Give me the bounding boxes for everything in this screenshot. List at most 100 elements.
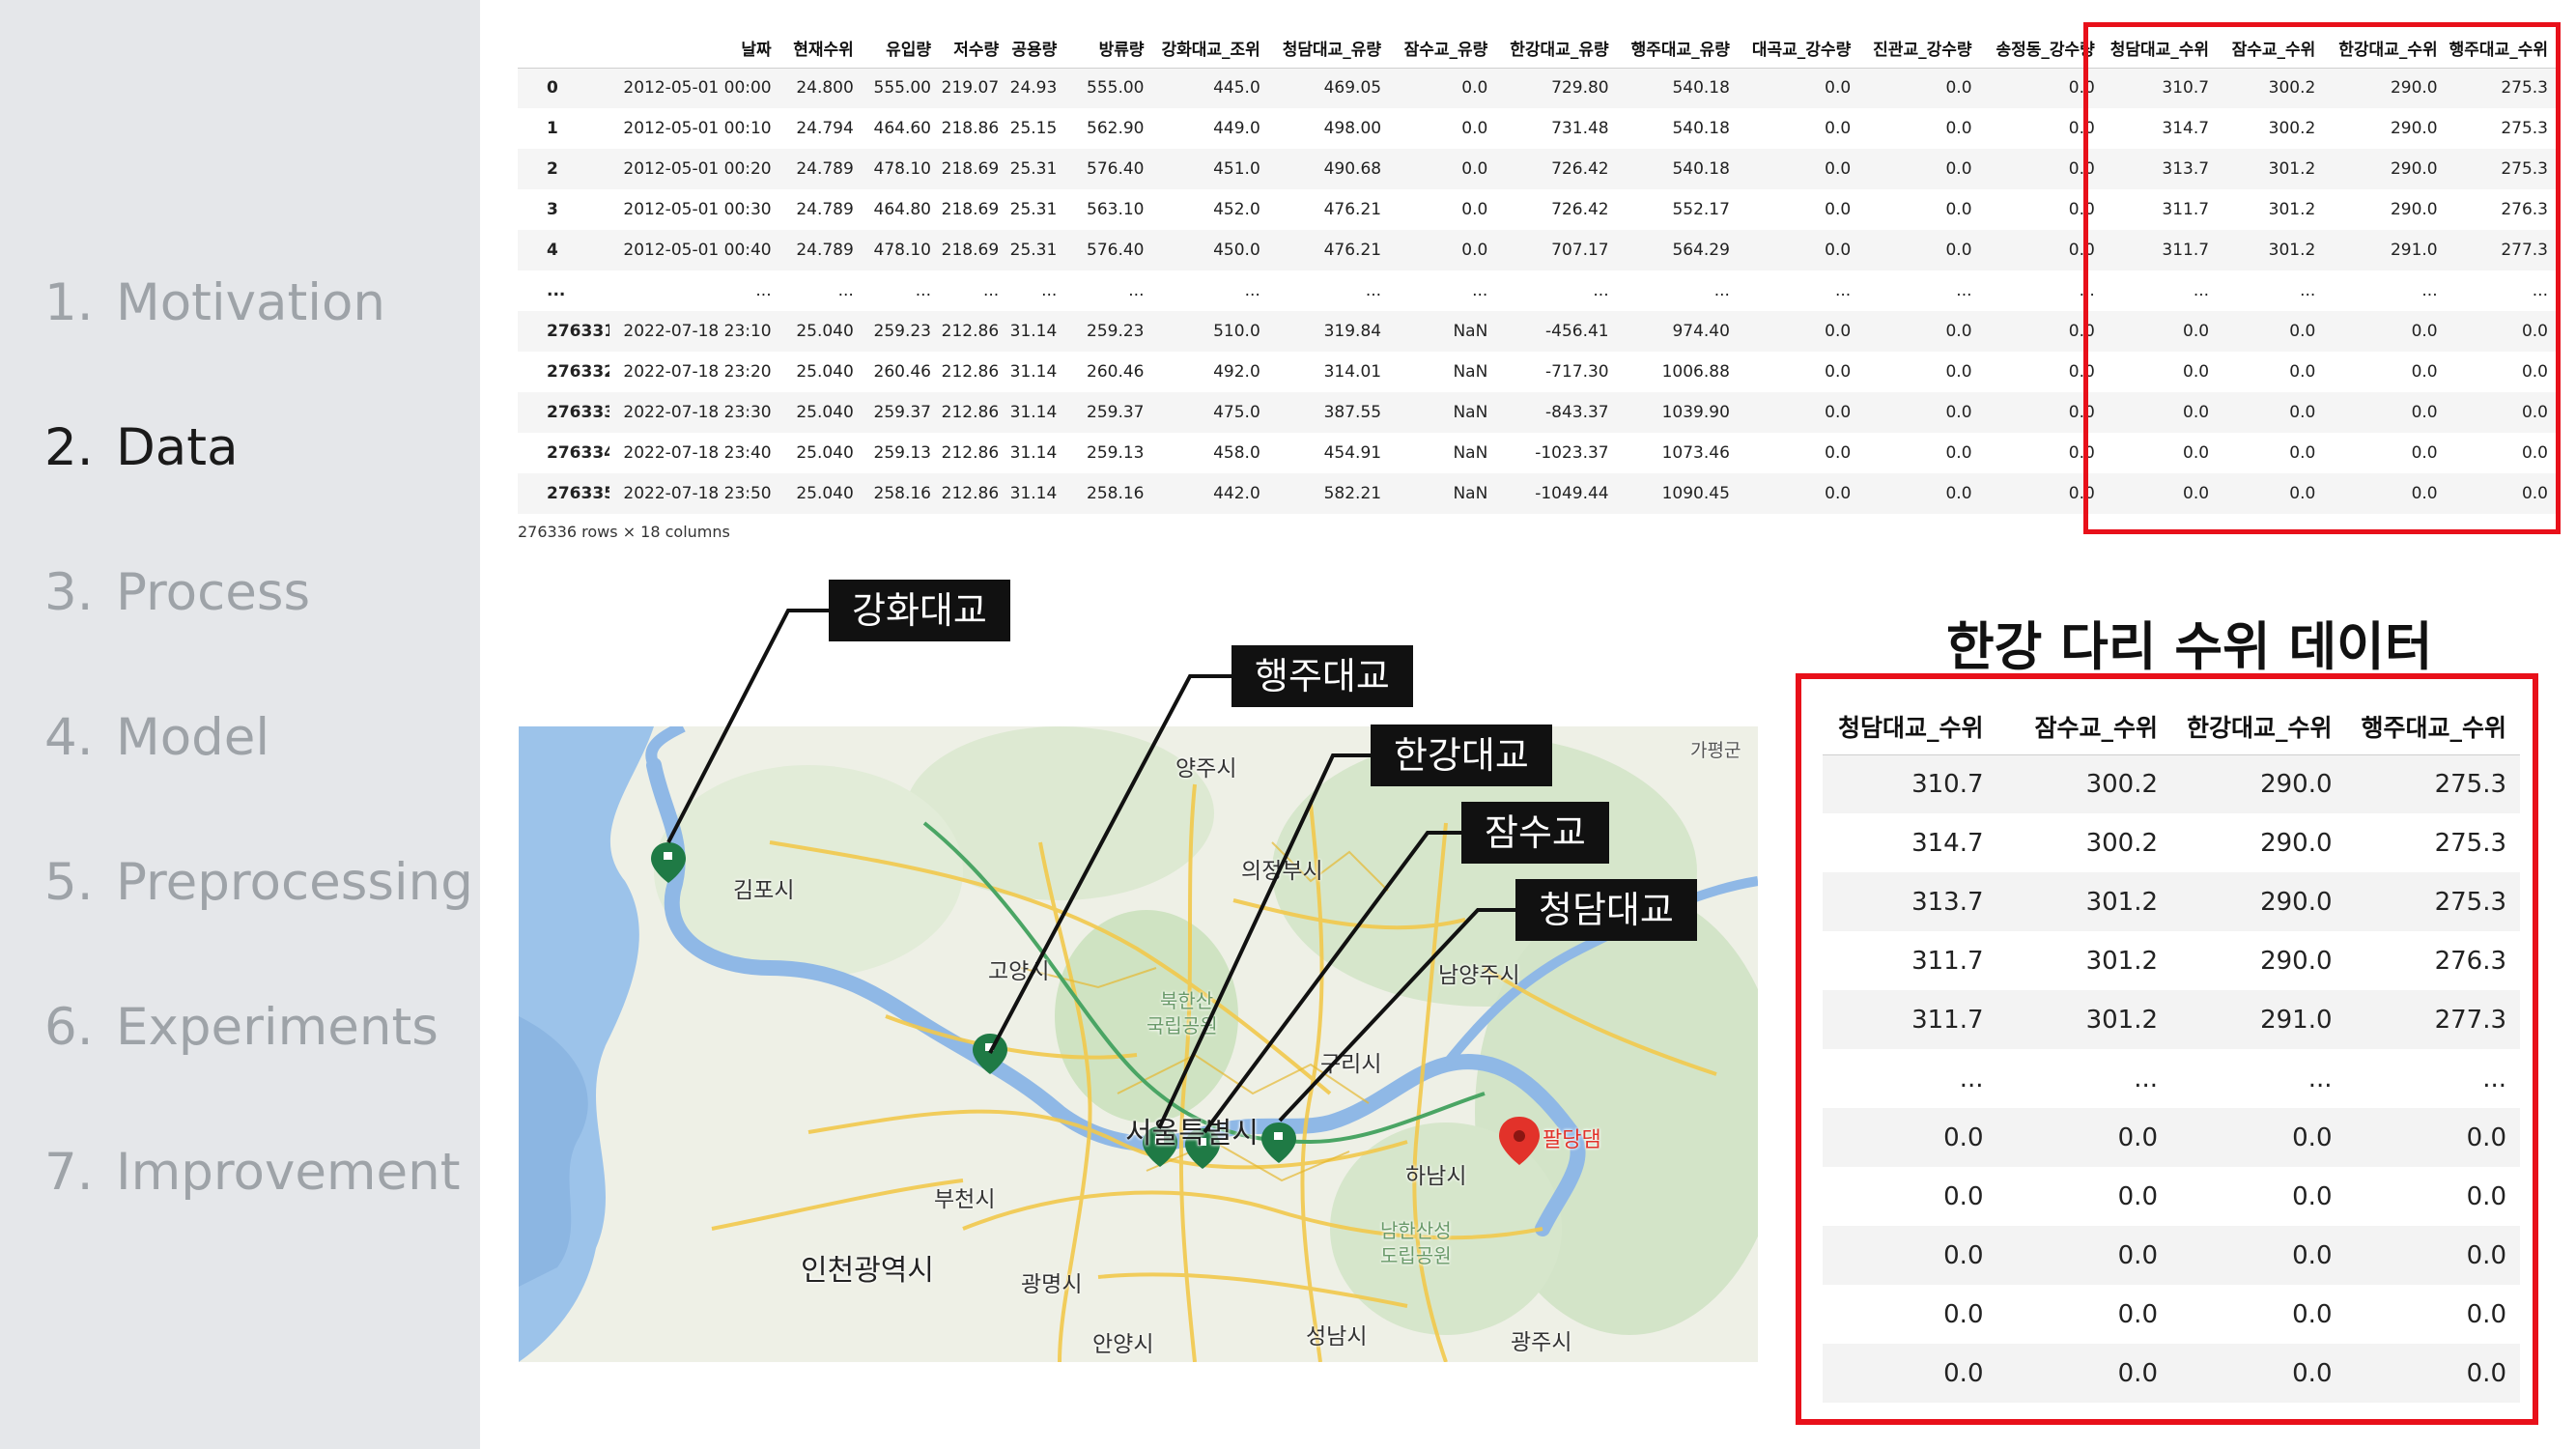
callout-hangang-bridge: 한강대교: [1371, 724, 1552, 786]
table-cell: 576.40: [1064, 230, 1152, 270]
map-label-national-park: 국립공원: [1146, 1014, 1218, 1037]
table-cell: 726.42: [1495, 149, 1617, 189]
table-cell: 25.040: [778, 311, 862, 352]
table-cell: 0.0: [1823, 1226, 1997, 1285]
table-cell: 478.10: [861, 230, 939, 270]
table-cell: 212.86: [939, 392, 1007, 433]
nav-item-improvement[interactable]: 7. Improvement: [44, 1143, 461, 1202]
table-cell: 25.040: [796, 443, 854, 463]
table-cell: 451.0: [1151, 149, 1268, 189]
row-index: 4: [518, 230, 610, 270]
table-cell: 218.86: [941, 119, 1000, 138]
table-cell: 726.42: [1551, 200, 1609, 219]
table-cell: 0.0: [1737, 392, 1859, 433]
table-cell: 0.0: [1996, 1344, 2171, 1403]
column-header: 청담대교_유량: [1267, 29, 1390, 69]
table-cell: 0.0: [2345, 1344, 2520, 1403]
table-cell: 0.0: [2466, 1299, 2506, 1329]
map-label-hanam: 하남시: [1405, 1164, 1467, 1189]
nav-item-experiments[interactable]: 6. Experiments: [44, 998, 439, 1057]
table-cell: 260.46: [873, 362, 931, 382]
table-row: 0.0 0.0 0.0 0.0: [1823, 1285, 2520, 1344]
table-cell: ...: [755, 281, 772, 300]
table-cell: 564.29: [1616, 230, 1738, 270]
map-label-guri: 구리시: [1320, 1052, 1382, 1077]
table-row: ............: [1823, 1049, 2520, 1108]
table-cell: 277.3: [2345, 990, 2520, 1049]
nav-item-preprocessing[interactable]: 5. Preprocessing: [44, 853, 473, 912]
column-header: 잠수교_수위: [1996, 698, 2171, 755]
table-cell: 0.0: [1461, 119, 1488, 138]
table-row: 0.0 0.0 0.0 0.0: [1823, 1167, 2520, 1226]
table-cell: 291.0: [2171, 990, 2346, 1049]
table-cell: 24.93: [1006, 68, 1065, 108]
table-cell: 258.16: [861, 473, 939, 514]
table-cell: 0.0: [2171, 1226, 2346, 1285]
table-cell: 2022-07-18 23:30: [609, 392, 779, 433]
table-cell: 259.37: [861, 392, 939, 433]
table-cell: 445.0: [1151, 68, 1268, 108]
table-cell: 2022-07-18 23:20: [623, 362, 772, 382]
table-cell: 0.0: [1858, 311, 1980, 352]
nav-item-process[interactable]: 3. Process: [44, 563, 310, 622]
row-index: 3: [547, 200, 558, 219]
table-cell: 452.0: [1213, 200, 1260, 219]
table-cell: NaN: [1389, 392, 1496, 433]
table-cell: 0.0: [1737, 149, 1859, 189]
table-cell: 450.0: [1151, 230, 1268, 270]
table-cell: 212.86: [939, 311, 1007, 352]
table-cell: 449.0: [1213, 119, 1260, 138]
table-cell: NaN: [1453, 443, 1488, 463]
table-cell: 458.0: [1213, 443, 1260, 463]
table-cell: NaN: [1389, 473, 1496, 514]
table-cell: 1039.90: [1616, 392, 1738, 433]
table-cell: 260.46: [1087, 362, 1145, 382]
table-cell: 0.0: [1737, 311, 1859, 352]
table-cell: 0.0: [2292, 1299, 2333, 1329]
table-cell: 540.18: [1616, 149, 1738, 189]
table-cell: 31.14: [1009, 443, 1058, 463]
table-cell: 442.0: [1151, 473, 1268, 514]
table-cell: 707.17: [1495, 230, 1617, 270]
table-cell: 0.0: [1858, 68, 1980, 108]
table-cell: 2022-07-18 23:40: [623, 443, 772, 463]
table-cell: ...: [1472, 281, 1488, 300]
table-cell: 311.7: [1823, 990, 1997, 1049]
map-label-goyang: 고양시: [988, 959, 1050, 984]
table-cell: 0.0: [1945, 362, 1972, 382]
table-cell: 0.0: [1858, 392, 1980, 433]
row-index: 276331: [518, 311, 610, 352]
table-cell: 492.0: [1213, 362, 1260, 382]
table-cell: 25.15: [1009, 119, 1058, 138]
table-cell: 0.0: [2171, 1108, 2346, 1167]
table-cell: 0.0: [1823, 1344, 1997, 1403]
map-label-bukhansan: 북한산: [1160, 989, 1214, 1012]
row-index: 0: [518, 68, 610, 108]
table-cell: ...: [2482, 1064, 2506, 1094]
table-cell: ...: [837, 281, 854, 300]
table-cell: 0.0: [2466, 1181, 2506, 1211]
table-cell: 555.00: [861, 68, 939, 108]
nav-item-motivation[interactable]: 1. Motivation: [44, 273, 385, 332]
table-cell: 24.789: [796, 200, 854, 219]
table-cell: 2012-05-01 00:00: [609, 68, 779, 108]
table-cell: 314.01: [1323, 362, 1382, 382]
table-cell: 478.10: [861, 149, 939, 189]
nav-item-model[interactable]: 4. Model: [44, 708, 269, 767]
table-cell: 1090.45: [1616, 473, 1738, 514]
table-cell: 290.0: [2260, 828, 2333, 858]
table-cell: 212.86: [941, 443, 1000, 463]
row-index: 276335: [518, 473, 610, 514]
table-row: 311.7 301.2 290.0 276.3: [1823, 931, 2520, 990]
column-header: 강화대교_조위: [1151, 29, 1268, 69]
table-cell: 2022-07-18 23:10: [609, 311, 779, 352]
callout-haengju-bridge: 행주대교: [1231, 645, 1413, 707]
nav-item-data[interactable]: 2. Data: [44, 418, 239, 477]
sidebar-nav: 1. Motivation 2. Data 3. Process 4. Model 5.…: [0, 0, 480, 1449]
table-cell: 25.040: [778, 473, 862, 514]
map-label-yangju: 양주시: [1175, 756, 1237, 781]
table-cell: 25.040: [778, 392, 862, 433]
table-cell: 0.0: [2171, 1344, 2346, 1403]
table-cell: 476.21: [1267, 230, 1390, 270]
table-cell: 275.3: [2345, 754, 2520, 813]
